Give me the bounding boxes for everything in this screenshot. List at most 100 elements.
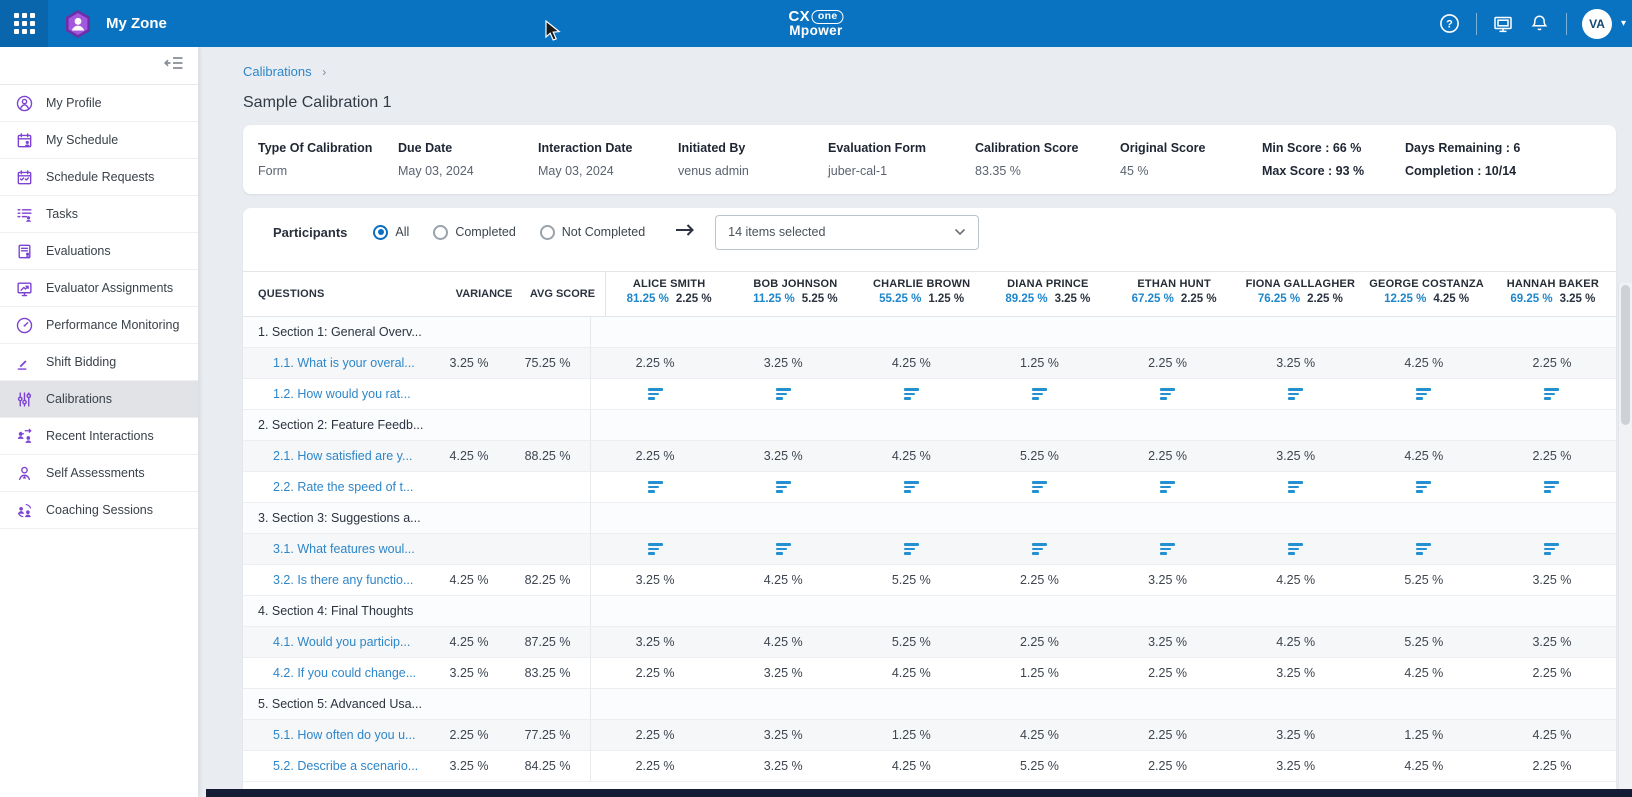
table-row-question: 5.2. Describe a scenario...3.25 %84.25 %… — [243, 751, 1616, 782]
coaching-icon — [15, 501, 33, 519]
participant-name: HANNAH BAKER — [1490, 278, 1616, 290]
responses-icon[interactable] — [902, 541, 921, 557]
score-cell: 4.25 % — [1232, 635, 1360, 649]
user-avatar[interactable]: VA — [1582, 9, 1612, 39]
responses-icon[interactable] — [1158, 541, 1177, 557]
responses-icon[interactable] — [1030, 541, 1049, 557]
sidebar-item-label: My Profile — [46, 96, 102, 110]
question-link[interactable]: 1.2. How would you rat... — [243, 387, 433, 401]
score-cell: 2.25 % — [1104, 666, 1232, 680]
question-link[interactable]: 2.2. Rate the speed of t... — [243, 480, 433, 494]
sidebar-item-label: Shift Bidding — [46, 355, 116, 369]
responses-icon[interactable] — [1286, 479, 1305, 495]
score-cell: 3.25 % — [719, 759, 847, 773]
question-link[interactable]: 2.1. How satisfied are y... — [243, 449, 433, 463]
collapse-sidebar-icon[interactable] — [164, 55, 184, 76]
radio-not-completed[interactable]: Not Completed — [540, 225, 645, 240]
calibrations-icon — [15, 390, 33, 408]
recent-interactions-icon — [15, 427, 33, 445]
score-cell: 2.25 % — [1104, 759, 1232, 773]
horizontal-scrollbar[interactable] — [206, 789, 1632, 797]
table-row-section: 3. Section 3: Suggestions a... — [243, 503, 1616, 534]
participant-column-header: DIANA PRINCE 89.25 %3.25 % — [985, 272, 1111, 316]
responses-icon[interactable] — [646, 386, 665, 402]
vertical-scrollbar[interactable] — [1618, 283, 1632, 789]
sidebar-item-my-profile[interactable]: My Profile — [0, 85, 198, 122]
responses-icon[interactable] — [1286, 541, 1305, 557]
responses-icon[interactable] — [774, 479, 793, 495]
sidebar-item-evaluations[interactable]: Evaluations — [0, 233, 198, 270]
participant-score: 67.25 % — [1132, 293, 1174, 305]
responses-icon[interactable] — [774, 386, 793, 402]
score-cell: 4.25 % — [1232, 573, 1360, 587]
help-icon[interactable]: ? — [1439, 13, 1461, 35]
participants-dropdown[interactable]: 14 items selected — [715, 215, 979, 250]
sidebar-item-recent-interactions[interactable]: Recent Interactions — [0, 418, 198, 455]
schedule-requests-icon — [15, 168, 33, 186]
responses-icon[interactable] — [774, 541, 793, 557]
table-row-question: 2.2. Rate the speed of t... — [243, 472, 1616, 503]
sidebar-item-calibrations[interactable]: Calibrations — [0, 381, 198, 418]
radio-all[interactable]: All — [373, 225, 409, 240]
responses-icon[interactable] — [1414, 479, 1433, 495]
app-launcher-button[interactable] — [0, 0, 48, 47]
sidebar-item-self-assessments[interactable]: Self Assessments — [0, 455, 198, 492]
score-cell: 4.25 % — [719, 635, 847, 649]
responses-icon[interactable] — [1158, 386, 1177, 402]
score-cell: 2.25 % — [975, 635, 1103, 649]
top-bar: My Zone CXone Mpower ? VA ▾ — [0, 0, 1632, 47]
responses-icon[interactable] — [646, 479, 665, 495]
score-cell: 3.25 % — [1232, 666, 1360, 680]
sidebar-item-schedule-requests[interactable]: Schedule Requests — [0, 159, 198, 196]
question-link[interactable]: 3.2. Is there any functio... — [243, 573, 433, 587]
responses-icon[interactable] — [1286, 386, 1305, 402]
sidebar: My Profile My ScheduleSchedule RequestsTa… — [0, 47, 198, 797]
score-cell — [590, 379, 719, 409]
responses-icon[interactable] — [1030, 479, 1049, 495]
notifications-icon[interactable] — [1529, 13, 1551, 35]
table-row-question: 1.2. How would you rat... — [243, 379, 1616, 410]
score-cell — [1104, 386, 1232, 402]
question-link[interactable]: 4.1. Would you particip... — [243, 635, 433, 649]
screen-share-icon[interactable] — [1492, 13, 1514, 35]
participant-column-header: HANNAH BAKER 69.25 %3.25 % — [1490, 272, 1616, 316]
score-cell: 2.25 % — [590, 348, 719, 378]
profile-icon — [15, 94, 33, 112]
question-link[interactable]: 5.1. How often do you u... — [243, 728, 433, 742]
participant-score: 69.25 % — [1510, 293, 1552, 305]
sidebar-item-coaching-sessions[interactable]: Coaching Sessions — [0, 492, 198, 529]
responses-icon[interactable] — [902, 386, 921, 402]
question-link[interactable]: 4.2. If you could change... — [243, 666, 433, 680]
vertical-scrollbar-thumb[interactable] — [1621, 285, 1630, 425]
responses-icon[interactable] — [902, 479, 921, 495]
responses-icon[interactable] — [1542, 541, 1561, 557]
question-link[interactable]: 3.1. What features woul... — [243, 542, 433, 556]
cxone-mpower-logo: CXone Mpower — [788, 9, 843, 39]
question-link[interactable]: 5.2. Describe a scenario... — [243, 759, 433, 773]
responses-icon[interactable] — [1542, 386, 1561, 402]
sidebar-item-tasks[interactable]: Tasks — [0, 196, 198, 233]
table-row-section: 2. Section 2: Feature Feedb... — [243, 410, 1616, 441]
tasks-icon — [15, 205, 33, 223]
sidebar-item-my-schedule[interactable]: My Schedule — [0, 122, 198, 159]
score-cell: 4.25 % — [1360, 356, 1488, 370]
participant-variance: 4.25 % — [1433, 293, 1469, 305]
radio-completed[interactable]: Completed — [433, 225, 515, 240]
responses-icon[interactable] — [1030, 386, 1049, 402]
participant-score: 81.25 % — [627, 293, 669, 305]
summary-field-label: Days Remaining : 6 — [1405, 141, 1601, 155]
summary-field-label: Type Of Calibration — [258, 141, 398, 155]
sidebar-item-shift-bidding[interactable]: Shift Bidding — [0, 344, 198, 381]
responses-icon[interactable] — [1414, 386, 1433, 402]
responses-icon[interactable] — [1414, 541, 1433, 557]
responses-icon[interactable] — [1158, 479, 1177, 495]
sidebar-item-performance-monitoring[interactable]: Performance Monitoring — [0, 307, 198, 344]
question-link[interactable]: 1.1. What is your overal... — [243, 356, 433, 370]
score-cell — [1104, 541, 1232, 557]
participant-column-header: FIONA GALLAGHER 76.25 %2.25 % — [1237, 272, 1363, 316]
participant-score: 76.25 % — [1258, 293, 1300, 305]
responses-icon[interactable] — [1542, 479, 1561, 495]
sidebar-item-evaluator-assignments[interactable]: Evaluator Assignments — [0, 270, 198, 307]
responses-icon[interactable] — [646, 541, 665, 557]
breadcrumb-calibrations-link[interactable]: Calibrations — [243, 64, 312, 79]
